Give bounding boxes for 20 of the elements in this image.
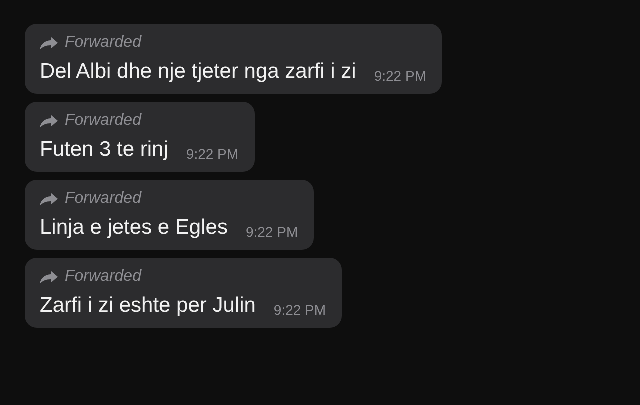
message-bubble[interactable]: Forwarded Zarfi i zi eshte per Julin 9:22 PM [25, 258, 342, 328]
forward-icon [40, 114, 58, 128]
forwarded-label: Forwarded [65, 268, 142, 286]
message-bubble[interactable]: Forwarded Linja e jetes e Egles 9:22 PM [25, 180, 314, 250]
message-time: 9:22 PM [246, 223, 298, 242]
message-time: 9:22 PM [186, 145, 239, 164]
message-bubble[interactable]: Forwarded Del Albi dhe nje tjeter nga zarfi i zi 9:22 PM [25, 24, 442, 94]
message-time: 9:22 PM [374, 67, 426, 86]
message-time: 9:22 PM [274, 301, 326, 320]
message-text: Futen 3 te rinj [40, 137, 168, 163]
message-text: Linja e jetes e Egles [40, 215, 228, 241]
message-bubble[interactable]: Forwarded Futen 3 te rinj 9:22 PM [25, 102, 255, 172]
forward-icon [40, 36, 58, 50]
forward-icon [40, 192, 58, 206]
forwarded-label: Forwarded [65, 190, 142, 208]
forwarded-label: Forwarded [65, 34, 142, 52]
forward-icon [40, 270, 58, 284]
forwarded-label: Forwarded [65, 112, 142, 130]
message-text: Zarfi i zi eshte per Julin [40, 293, 256, 319]
message-text: Del Albi dhe nje tjeter nga zarfi i zi [40, 59, 356, 85]
